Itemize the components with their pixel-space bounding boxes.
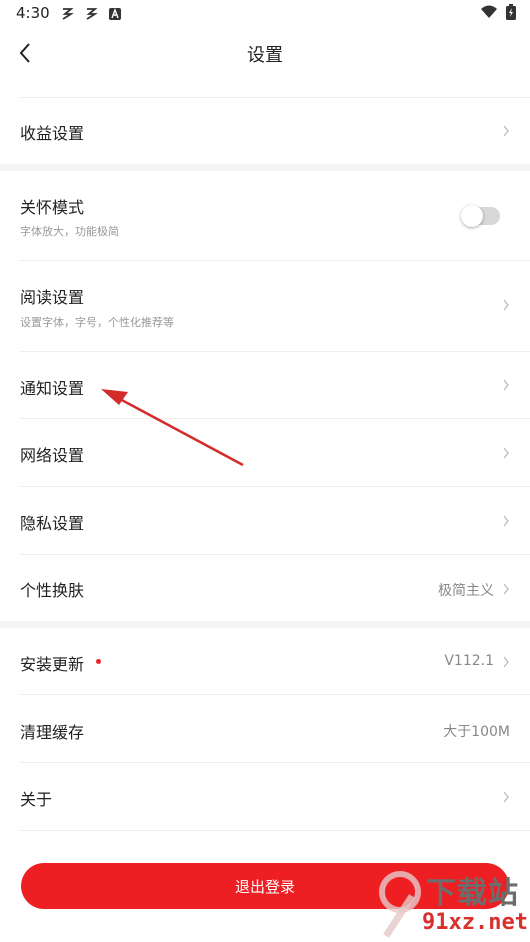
status-bar: 4:30 [0,0,530,28]
chevron-right-icon [503,299,509,311]
row-subtitle: 设置字体，字号，个性化推荐等 [20,316,174,329]
row-label: 关怀模式 [20,198,85,217]
row-label: 清理缓存 [20,723,85,742]
notification-app-icon [62,8,74,20]
settings-row-about[interactable]: 关于 [0,763,530,830]
status-time: 4:30 [16,4,50,22]
settings-row-income[interactable]: 收益设置 [0,98,530,164]
row-label: 隐私设置 [20,514,85,533]
row-value: V112.1 [444,653,494,669]
row-label: 收益设置 [20,124,85,143]
chevron-right-icon [503,656,509,668]
row-label: 安装更新 [20,655,85,674]
chevron-right-icon [503,515,509,527]
settings-row-notification[interactable]: 通知设置 [0,352,530,418]
row-value: 大于100M [443,724,510,740]
row-label: 阅读设置 [20,288,85,307]
care-mode-toggle[interactable] [461,205,500,227]
row-subtitle: 字体放大，功能极简 [20,225,119,238]
settings-row-reading[interactable]: 阅读设置 设置字体，字号，个性化推荐等 [0,261,530,351]
settings-row-skin[interactable]: 个性换肤 极简主义 [0,555,530,621]
row-label: 通知设置 [20,379,85,398]
settings-row-privacy[interactable]: 隐私设置 [0,487,530,554]
battery-icon [506,4,516,20]
divider [20,830,530,831]
update-badge [96,659,101,664]
chevron-right-icon [503,447,509,459]
toggle-knob [461,205,483,227]
watermark-domain: 91xz.net [422,910,528,935]
chevron-right-icon [503,583,509,595]
row-label: 网络设置 [20,446,85,465]
row-label: 个性换肤 [20,581,85,600]
notification-app-icon [86,8,98,20]
settings-row-care-mode: 关怀模式 字体放大，功能极简 [0,171,530,260]
notification-a-icon [109,8,121,20]
row-label: 关于 [20,790,53,809]
watermark-text: 下载站 [426,876,519,911]
settings-row-cache[interactable]: 清理缓存 大于100M [0,695,530,762]
section-separator [0,621,530,628]
settings-row-network[interactable]: 网络设置 [0,419,530,486]
chevron-right-icon [503,125,509,137]
top-bar: 设置 [0,28,530,80]
chevron-right-icon [503,791,509,803]
page-title: 设置 [247,45,283,66]
settings-row-update[interactable]: 安装更新 V112.1 [0,628,530,694]
wifi-icon [481,5,497,18]
section-separator [0,164,530,171]
row-value: 极简主义 [438,583,494,599]
watermark-logo: 下载站 91xz.net [372,866,530,942]
chevron-right-icon [503,379,509,391]
